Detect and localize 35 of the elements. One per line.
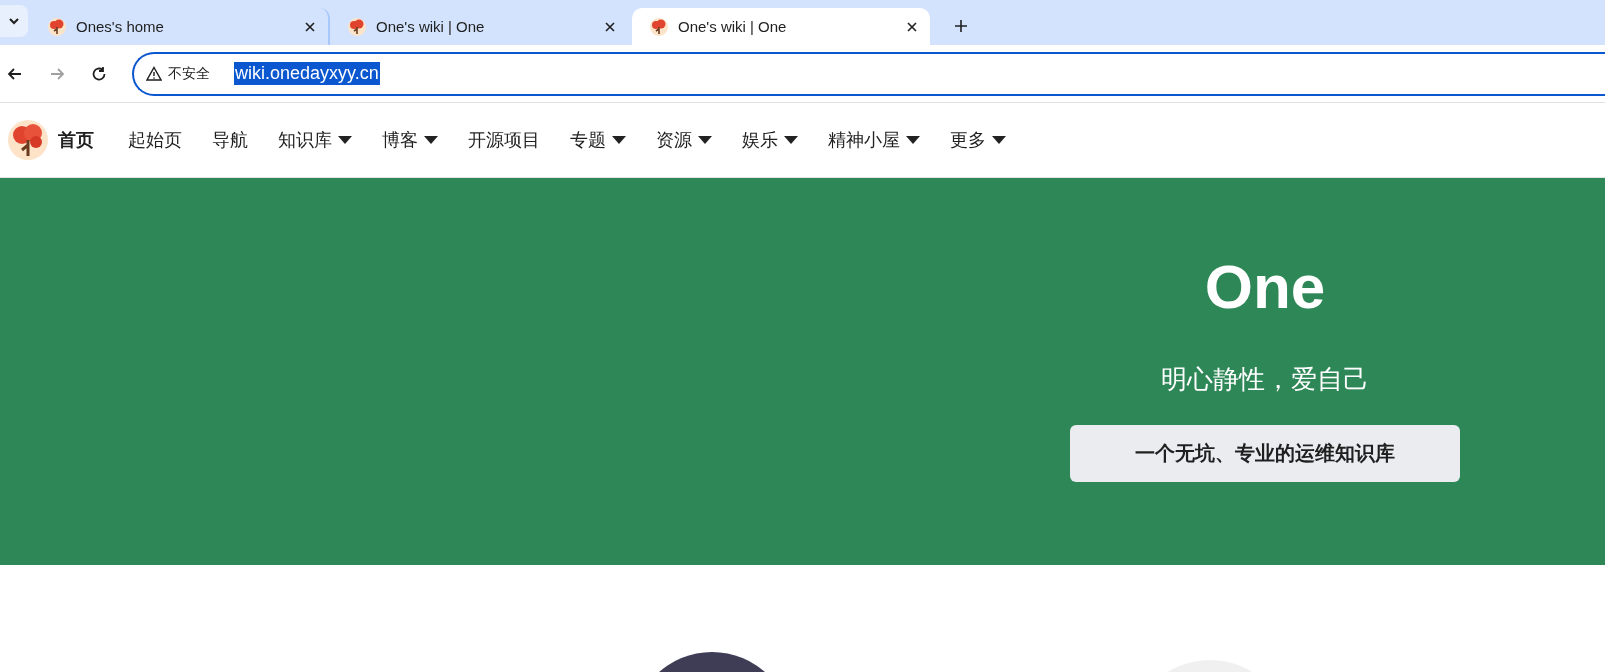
nav-link[interactable]: 知识库 — [278, 128, 352, 152]
url-text: wiki.onedayxyy.cn — [234, 62, 380, 85]
tree-icon — [650, 17, 668, 36]
close-icon[interactable] — [604, 20, 616, 33]
warning-icon — [146, 65, 162, 82]
hero-title: One — [1204, 256, 1326, 318]
tab-search-button[interactable] — [0, 5, 28, 37]
nav-link[interactable]: 开源项目 — [468, 128, 540, 152]
nav-link[interactable]: 精神小屋 — [828, 128, 920, 152]
tree-icon — [48, 17, 66, 36]
nav-link[interactable]: 专题 — [570, 128, 626, 152]
nav-link[interactable]: 导航 — [212, 128, 248, 152]
nav-link[interactable]: 起始页 — [128, 128, 182, 152]
tree-logo-icon[interactable] — [8, 120, 48, 160]
tab-title: One's wiki | One — [678, 18, 788, 35]
browser-tab[interactable]: One's wiki | One — [330, 8, 628, 45]
reload-icon[interactable] — [90, 64, 108, 83]
security-label: 不安全 — [168, 64, 210, 83]
close-icon[interactable] — [906, 20, 918, 33]
address-field[interactable]: 不安全 wiki.onedayxyy.cn — [132, 51, 1605, 96]
hero-tagline: 明心静性，爱自己 — [1161, 363, 1369, 396]
nav-link[interactable]: 更多 — [950, 128, 1006, 152]
tree-icon — [348, 17, 366, 36]
chevron-down-icon — [8, 15, 20, 27]
home-link[interactable]: 首页 — [58, 128, 94, 152]
browser-tab[interactable]: Ones's home — [30, 8, 330, 45]
tab-title: Ones's home — [76, 18, 165, 35]
nav-link[interactable]: 娱乐 — [742, 128, 798, 152]
hero-button[interactable]: 一个无坑、专业的运维知识库 — [1070, 425, 1460, 482]
tab-title: One's wiki | One — [376, 18, 486, 35]
nav-link[interactable]: 博客 — [382, 128, 438, 152]
new-tab-icon[interactable] — [954, 19, 968, 33]
close-icon[interactable] — [304, 20, 316, 33]
nav-link[interactable]: 资源 — [656, 128, 712, 152]
browser-tab[interactable]: One's wiki | One — [632, 8, 930, 45]
